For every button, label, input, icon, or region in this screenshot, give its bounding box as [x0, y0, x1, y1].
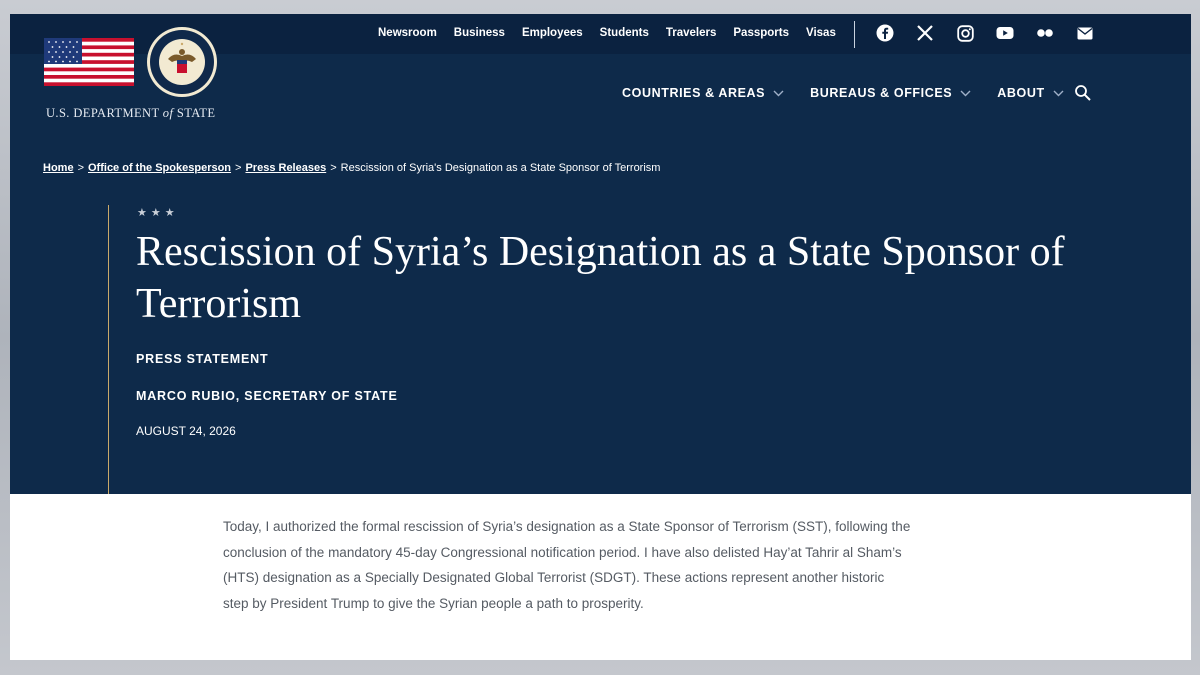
stars-decoration: ★★★	[137, 207, 179, 219]
breadcrumb-separator: >	[77, 162, 84, 174]
statement-date: AUGUST 24, 2026	[136, 424, 236, 438]
nav-link-employees[interactable]: Employees	[522, 27, 583, 39]
chevron-down-icon	[960, 90, 971, 96]
breadcrumb-current: Rescission of Syria's Designation as a S…	[340, 162, 661, 174]
department-seal-logo[interactable]	[146, 26, 218, 98]
nav-divider	[854, 21, 855, 48]
facebook-icon[interactable]	[876, 24, 894, 42]
browser-page: U.S. DEPARTMENT of STATE Newsroom Busine…	[10, 14, 1191, 660]
nav-link-passports[interactable]: Passports	[733, 27, 789, 39]
search-icon[interactable]	[1074, 84, 1092, 102]
breadcrumb-press-releases[interactable]: Press Releases	[245, 162, 326, 174]
nav-link-visas[interactable]: Visas	[806, 27, 836, 39]
article-body: Today, I authorized the formal rescissio…	[223, 519, 911, 611]
page-hero: U.S. DEPARTMENT of STATE Newsroom Busine…	[10, 14, 1191, 494]
instagram-icon[interactable]	[956, 24, 974, 42]
nav-link-students[interactable]: Students	[600, 27, 649, 39]
breadcrumb-separator: >	[330, 162, 337, 174]
nav-countries-areas-label: COUNTRIES & AREAS	[622, 86, 766, 100]
title-accent-line	[108, 205, 109, 494]
social-links	[876, 24, 1094, 42]
breadcrumb-spokesperson[interactable]: Office of the Spokesperson	[88, 162, 231, 174]
chevron-down-icon	[773, 90, 784, 96]
nav-link-business[interactable]: Business	[454, 27, 505, 39]
breadcrumb-home[interactable]: Home	[43, 162, 74, 174]
nav-link-travelers[interactable]: Travelers	[666, 27, 717, 39]
page-title: Rescission of Syria’s Designation as a S…	[136, 229, 1065, 327]
email-icon[interactable]	[1076, 24, 1094, 42]
nav-link-newsroom[interactable]: Newsroom	[378, 27, 437, 39]
nav-countries-areas[interactable]: COUNTRIES & AREAS	[622, 86, 784, 100]
chevron-down-icon	[1053, 90, 1064, 96]
nav-about[interactable]: ABOUT	[997, 86, 1064, 100]
nav-bureaus-offices[interactable]: BUREAUS & OFFICES	[810, 86, 971, 100]
nav-bureaus-offices-label: BUREAUS & OFFICES	[810, 86, 953, 100]
department-name: U.S. DEPARTMENT of STATE	[46, 106, 216, 120]
statement-author: MARCO RUBIO, SECRETARY OF STATE	[136, 389, 398, 403]
x-icon[interactable]	[916, 24, 934, 42]
flickr-icon[interactable]	[1036, 24, 1054, 42]
utility-nav: Newsroom Business Employees Students Tra…	[378, 27, 836, 39]
us-flag-logo[interactable]	[44, 38, 134, 86]
youtube-icon[interactable]	[996, 24, 1014, 42]
breadcrumb: Home > Office of the Spokesperson > Press Re…	[43, 162, 660, 174]
main-nav: COUNTRIES & AREAS BUREAUS & OFFICES ABOU…	[622, 86, 1064, 100]
nav-about-label: ABOUT	[997, 86, 1045, 100]
statement-type: PRESS STATEMENT	[136, 352, 269, 366]
breadcrumb-separator: >	[235, 162, 242, 174]
